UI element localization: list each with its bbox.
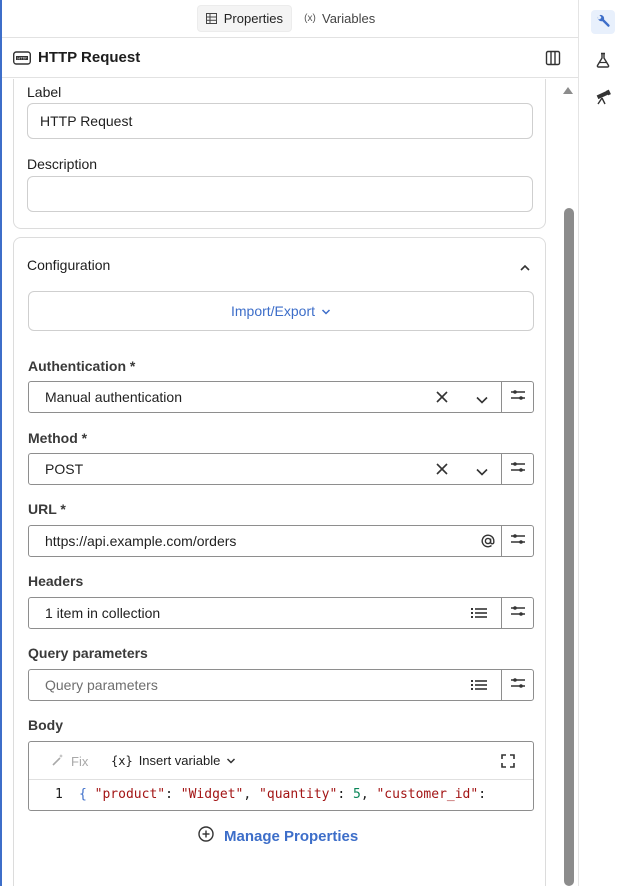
chevron-down-icon <box>321 303 331 319</box>
authentication-select[interactable]: Manual authentication <box>28 381 502 413</box>
query-params-field: Query parameters <box>28 669 534 701</box>
chevron-down-icon <box>226 753 236 768</box>
code-token: 5 <box>352 787 361 802</box>
flask-icon[interactable] <box>591 48 615 72</box>
import-export-label: Import/Export <box>230 303 316 319</box>
body-toolbar: Fix {x} Insert variable <box>29 742 533 780</box>
chevron-up-icon[interactable] <box>519 260 531 271</box>
method-field: POST <box>28 453 534 485</box>
http-node-icon: HTTP <box>12 51 32 65</box>
code-line[interactable]: 1 { "product": "Widget", "quantity": 5, … <box>29 786 533 806</box>
properties-scroll-area[interactable]: Label HTTP Request Description Configura… <box>2 79 578 886</box>
code-token: "quantity" <box>259 787 338 802</box>
sliders-icon <box>510 604 526 622</box>
method-label: Method * <box>28 430 88 446</box>
plus-circle-icon <box>198 826 214 846</box>
field-options-button[interactable] <box>501 381 534 413</box>
code-content: { "product": "Widget", "quantity": 5, "c… <box>79 787 486 802</box>
insert-variable-label: Insert variable <box>138 753 221 768</box>
query-params-label: Query parameters <box>28 645 148 661</box>
field-options-button[interactable] <box>501 597 534 629</box>
fix-button[interactable]: Fix <box>51 753 88 770</box>
configuration-title: Configuration <box>27 257 111 273</box>
field-options-button[interactable] <box>501 525 534 557</box>
manage-properties-label: Manage Properties <box>224 827 359 845</box>
right-toolbar <box>578 0 622 886</box>
scroll-up-arrow-icon[interactable] <box>562 84 574 96</box>
tab-properties[interactable]: Properties <box>196 5 292 32</box>
configuration-card: Configuration Import/Export Authenticati… <box>13 237 546 886</box>
svg-text:HTTP: HTTP <box>17 56 27 60</box>
panel-header: HTTP HTTP Request <box>2 38 578 78</box>
label-field-title: Label <box>27 84 62 100</box>
magic-wand-icon <box>51 753 65 770</box>
split-view-icon[interactable] <box>545 50 561 66</box>
description-field-title: Description <box>27 156 98 172</box>
properties-panel: Properties (x) Variables HTTP HTTP Reque… <box>2 0 578 886</box>
chevron-down-icon[interactable] <box>475 464 489 476</box>
tab-properties-label: Properties <box>223 11 283 26</box>
general-card: Label HTTP Request Description <box>13 79 546 229</box>
field-options-button[interactable] <box>501 669 534 701</box>
list-icon[interactable] <box>470 678 488 692</box>
table-icon <box>206 13 218 25</box>
description-input[interactable] <box>27 176 533 212</box>
code-token: "product" <box>94 787 166 802</box>
sliders-icon <box>510 388 526 406</box>
headers-label: Headers <box>28 573 84 589</box>
code-token: , <box>243 787 260 802</box>
telescope-icon[interactable] <box>591 85 615 109</box>
panel-tabs: Properties (x) Variables <box>2 0 578 38</box>
body-label: Body <box>28 717 63 733</box>
at-sign-icon[interactable] <box>480 533 496 549</box>
manage-properties-button[interactable]: Manage Properties <box>198 826 358 846</box>
variable-icon: (x) <box>304 13 316 24</box>
line-number: 1 <box>55 787 63 802</box>
label-input[interactable]: HTTP Request <box>27 103 533 139</box>
clear-icon[interactable] <box>435 390 449 404</box>
authentication-field: Manual authentication <box>28 381 534 413</box>
clear-icon[interactable] <box>435 462 449 476</box>
field-options-button[interactable] <box>501 453 534 485</box>
wrench-icon[interactable] <box>591 10 615 34</box>
code-token: "Widget" <box>180 787 244 802</box>
code-token: : <box>478 787 487 802</box>
url-input[interactable]: https://api.example.com/orders <box>28 525 502 557</box>
sliders-icon <box>510 676 526 694</box>
authentication-label: Authentication * <box>28 358 136 374</box>
sliders-icon <box>510 460 526 478</box>
code-token: , <box>360 787 377 802</box>
code-token: "customer_id" <box>376 787 479 802</box>
import-export-button[interactable]: Import/Export <box>28 291 534 331</box>
variable-icon: {x} <box>111 753 133 768</box>
code-token: : <box>337 787 353 802</box>
headers-collection[interactable]: 1 item in collection <box>28 597 502 629</box>
fix-label: Fix <box>71 754 89 769</box>
headers-field: 1 item in collection <box>28 597 534 629</box>
list-icon[interactable] <box>470 606 488 620</box>
panel-title: HTTP Request <box>38 49 141 66</box>
tab-variables-label: Variables <box>322 11 376 26</box>
code-token: { <box>79 787 95 802</box>
tab-variables[interactable]: (x) Variables <box>296 6 383 31</box>
chevron-down-icon[interactable] <box>475 392 489 404</box>
query-params-input[interactable]: Query parameters <box>28 669 502 701</box>
code-token: : <box>165 787 181 802</box>
insert-variable-button[interactable]: {x} Insert variable <box>111 753 236 768</box>
url-label: URL * <box>28 501 66 517</box>
method-select[interactable]: POST <box>28 453 502 485</box>
scrollbar-thumb[interactable] <box>564 208 574 886</box>
sliders-icon <box>510 532 526 550</box>
expand-icon[interactable] <box>501 754 515 768</box>
body-editor[interactable]: Fix {x} Insert variable 1 { "product": "… <box>28 741 534 811</box>
url-field: https://api.example.com/orders <box>28 525 534 557</box>
